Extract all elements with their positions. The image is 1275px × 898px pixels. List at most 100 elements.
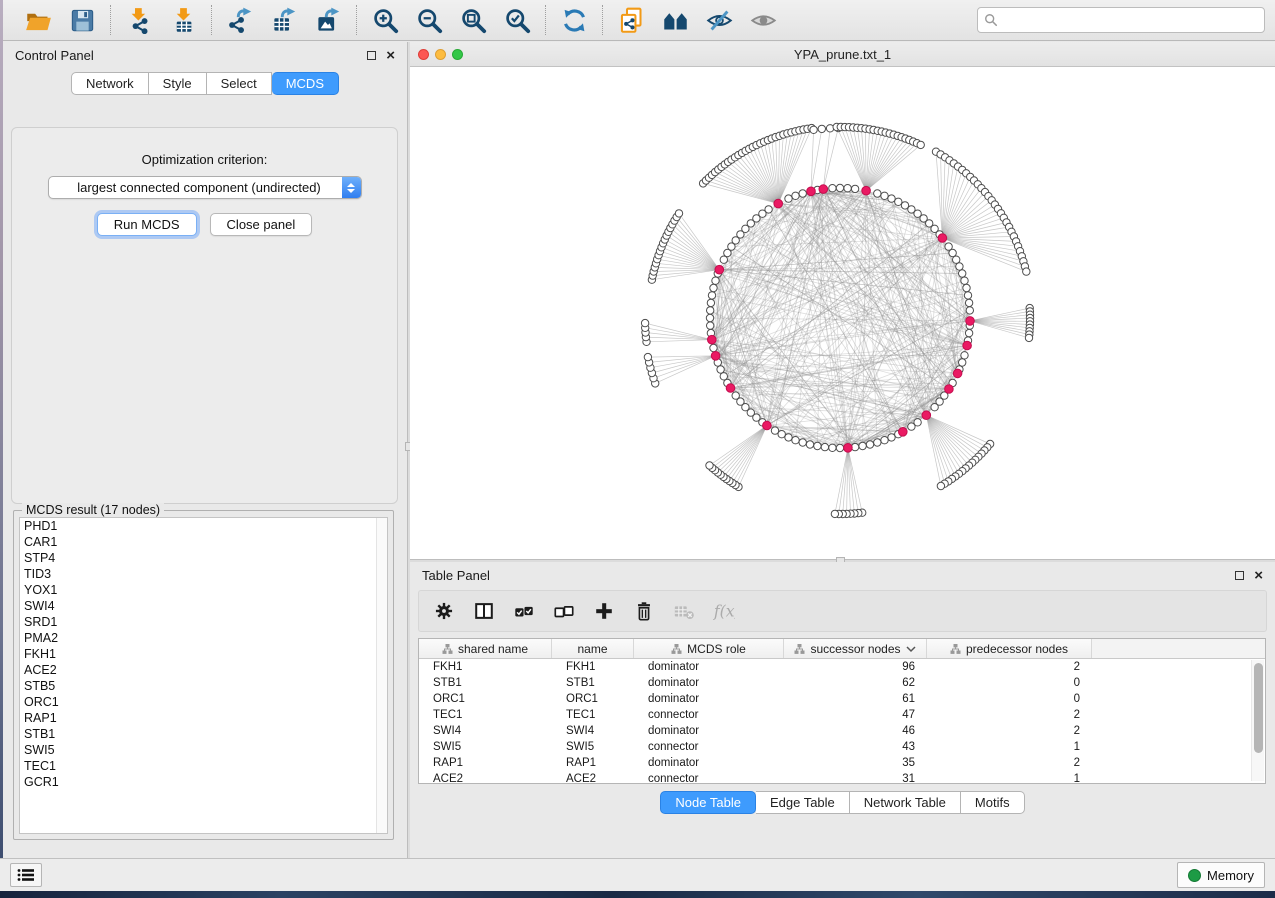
search-input[interactable] bbox=[1002, 13, 1258, 27]
mcds-node[interactable] bbox=[963, 341, 972, 350]
cell-name[interactable]: ORC1 bbox=[552, 693, 634, 705]
network-node[interactable] bbox=[771, 427, 778, 434]
cell-name[interactable]: RAP1 bbox=[552, 757, 634, 769]
show-columns-button[interactable] bbox=[473, 600, 495, 622]
network-node[interactable] bbox=[717, 366, 724, 373]
close-table-panel-icon[interactable]: × bbox=[1254, 571, 1263, 580]
network-node[interactable] bbox=[806, 441, 813, 448]
mcds-node[interactable] bbox=[862, 186, 871, 195]
mcds-result-item[interactable]: TID3 bbox=[20, 566, 387, 582]
mcds-node[interactable] bbox=[922, 411, 931, 420]
network-node[interactable] bbox=[792, 437, 799, 444]
network-node[interactable] bbox=[949, 249, 956, 256]
network-node[interactable] bbox=[866, 441, 873, 448]
tab-select[interactable]: Select bbox=[207, 72, 272, 95]
leaf-node[interactable] bbox=[810, 126, 817, 133]
network-node[interactable] bbox=[829, 185, 836, 192]
network-node[interactable] bbox=[965, 329, 972, 336]
leaf-node[interactable] bbox=[641, 319, 648, 326]
open-file-button[interactable] bbox=[19, 3, 57, 37]
mcds-result-item[interactable]: YOX1 bbox=[20, 582, 387, 598]
network-node[interactable] bbox=[908, 423, 915, 430]
table-scrollbar[interactable] bbox=[1251, 660, 1264, 781]
table-row[interactable]: ACE2ACE2connector311 bbox=[419, 771, 1265, 784]
cell-MCDS-role[interactable]: connector bbox=[634, 773, 784, 784]
network-node[interactable] bbox=[931, 404, 938, 411]
cell-shared-name[interactable]: TEC1 bbox=[419, 709, 552, 721]
tab-style[interactable]: Style bbox=[149, 72, 207, 95]
cell-successor-nodes[interactable]: 35 bbox=[784, 757, 927, 769]
cell-shared-name[interactable]: ACE2 bbox=[419, 773, 552, 784]
cell-name[interactable]: SWI4 bbox=[552, 725, 634, 737]
mcds-node[interactable] bbox=[763, 421, 772, 430]
network-node[interactable] bbox=[851, 185, 858, 192]
mcds-node[interactable] bbox=[819, 185, 828, 194]
cell-shared-name[interactable]: RAP1 bbox=[419, 757, 552, 769]
table-row[interactable]: TEC1TEC1connector472 bbox=[419, 707, 1265, 723]
column-header-successor-nodes[interactable]: successor nodes bbox=[784, 639, 927, 658]
mcds-node[interactable] bbox=[715, 265, 724, 274]
network-node[interactable] bbox=[844, 185, 851, 192]
network-node[interactable] bbox=[720, 373, 727, 380]
mcds-node[interactable] bbox=[711, 352, 720, 361]
search-box[interactable] bbox=[977, 7, 1265, 33]
network-node[interactable] bbox=[792, 192, 799, 199]
cell-successor-nodes[interactable]: 47 bbox=[784, 709, 927, 721]
network-node[interactable] bbox=[881, 437, 888, 444]
network-node[interactable] bbox=[720, 256, 727, 263]
leaf-node[interactable] bbox=[917, 141, 924, 148]
cell-MCDS-role[interactable]: dominator bbox=[634, 661, 784, 673]
cell-successor-nodes[interactable]: 96 bbox=[784, 661, 927, 673]
optimization-criterion-select[interactable]: largest connected component (undirected) bbox=[48, 176, 362, 199]
network-node[interactable] bbox=[888, 195, 895, 202]
network-node[interactable] bbox=[799, 190, 806, 197]
mcds-result-item[interactable]: ORC1 bbox=[20, 694, 387, 710]
cell-MCDS-role[interactable]: dominator bbox=[634, 757, 784, 769]
network-node[interactable] bbox=[785, 434, 792, 441]
import-table-button[interactable] bbox=[164, 3, 202, 37]
network-node[interactable] bbox=[799, 439, 806, 446]
cell-name[interactable]: FKH1 bbox=[552, 661, 634, 673]
leaf-node[interactable] bbox=[1023, 268, 1030, 275]
export-network-button[interactable] bbox=[221, 3, 259, 37]
apply-layout-button[interactable] bbox=[555, 3, 593, 37]
network-node[interactable] bbox=[829, 444, 836, 451]
table-row[interactable]: FKH1FKH1dominator962 bbox=[419, 659, 1265, 675]
network-node[interactable] bbox=[895, 198, 902, 205]
network-node[interactable] bbox=[765, 206, 772, 213]
mcds-node[interactable] bbox=[774, 199, 783, 208]
leaf-node[interactable] bbox=[675, 210, 682, 217]
mcds-result-item[interactable]: RAP1 bbox=[20, 710, 387, 726]
cell-predecessor-nodes[interactable]: 2 bbox=[927, 725, 1092, 737]
network-node[interactable] bbox=[881, 192, 888, 199]
mcds-node[interactable] bbox=[945, 385, 954, 394]
zoom-selected-button[interactable] bbox=[498, 3, 536, 37]
column-header-MCDS-role[interactable]: MCDS role bbox=[634, 639, 784, 658]
cell-shared-name[interactable]: STB1 bbox=[419, 677, 552, 689]
hide-graphics-details-button[interactable] bbox=[744, 3, 782, 37]
cell-successor-nodes[interactable]: 62 bbox=[784, 677, 927, 689]
network-graph[interactable] bbox=[410, 67, 1275, 559]
mcds-node[interactable] bbox=[844, 444, 853, 453]
export-image-button[interactable] bbox=[309, 3, 347, 37]
cell-shared-name[interactable]: SWI4 bbox=[419, 725, 552, 737]
table-row[interactable]: SWI5SWI5connector431 bbox=[419, 739, 1265, 755]
network-node[interactable] bbox=[859, 442, 866, 449]
cell-name[interactable]: TEC1 bbox=[552, 709, 634, 721]
mcds-node[interactable] bbox=[807, 187, 816, 196]
tab-network-table[interactable]: Network Table bbox=[850, 791, 961, 814]
network-node[interactable] bbox=[888, 434, 895, 441]
mcds-result-item[interactable]: CAR1 bbox=[20, 534, 387, 550]
new-network-from-selection-button[interactable] bbox=[612, 3, 650, 37]
mcds-result-item[interactable]: FKH1 bbox=[20, 646, 387, 662]
network-canvas[interactable] bbox=[410, 67, 1275, 559]
leaf-node[interactable] bbox=[826, 125, 833, 132]
leaf-node[interactable] bbox=[937, 482, 944, 489]
close-panel-button[interactable]: Close panel bbox=[210, 213, 313, 236]
run-mcds-button[interactable]: Run MCDS bbox=[97, 213, 197, 236]
mcds-result-item[interactable]: SWI4 bbox=[20, 598, 387, 614]
cell-successor-nodes[interactable]: 46 bbox=[784, 725, 927, 737]
network-node[interactable] bbox=[963, 284, 970, 291]
network-node[interactable] bbox=[707, 322, 714, 329]
zoom-in-button[interactable] bbox=[366, 3, 404, 37]
